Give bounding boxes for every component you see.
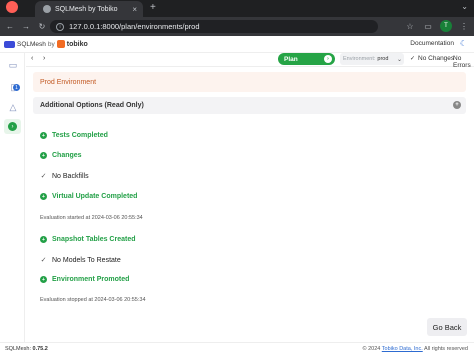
file-count-badge: 1: [13, 84, 20, 91]
step-label: Environment Promoted: [52, 276, 130, 283]
tab-close-icon[interactable]: ×: [132, 5, 137, 14]
sidebar-panel-icon[interactable]: ▭: [422, 20, 434, 32]
brand-name: SQLMesh: [17, 40, 46, 48]
step-no-models-to-restate: ✓ No Models To Restate: [40, 256, 121, 265]
step-label: Snapshot Tables Created: [52, 236, 136, 243]
browser-menu-icon[interactable]: ⋮: [458, 20, 470, 32]
sqlmesh-logo-icon: [4, 40, 15, 48]
bookmark-star-icon[interactable]: ☆: [404, 20, 416, 32]
copyright-suffix: All rights reserved: [423, 346, 468, 352]
expand-plus-icon: +: [40, 276, 47, 283]
forward-icon[interactable]: →: [20, 21, 32, 33]
expand-plus-icon[interactable]: +: [453, 101, 461, 109]
version-value: 0.75.2: [32, 346, 48, 352]
check-icon: ✓: [40, 257, 47, 264]
company-link[interactable]: Tobiko Data, Inc.: [382, 346, 423, 352]
go-back-button[interactable]: Go Back: [427, 318, 467, 336]
window-close-icon[interactable]: [6, 1, 18, 13]
copyright: © 2024 Tobiko Data, Inc. All rights rese…: [363, 346, 469, 352]
step-environment-promoted[interactable]: + Environment Promoted: [40, 276, 129, 283]
back-icon[interactable]: ←: [4, 21, 16, 33]
additional-options-label: Additional Options (Read Only): [40, 102, 144, 109]
plan-controls: ‹ › Plan › Environment: prod ⌄ ✓ No Chan…: [26, 53, 474, 69]
version-label: SQLMesh:: [5, 346, 31, 352]
environment-label: Environment:: [343, 56, 376, 62]
browser-tab[interactable]: SQLMesh by Tobiko ×: [35, 1, 143, 17]
no-changes-label: No Changes: [418, 55, 455, 62]
environment-select[interactable]: Environment: prod ⌄: [340, 53, 404, 65]
tobiko-logo-icon: [56, 40, 65, 48]
expand-plus-icon: +: [40, 236, 47, 243]
changes-status: ✓ No Changes: [410, 55, 454, 62]
browser-toolbar: ← → ↻ i 127.0.0.1:8000/plan/environments…: [0, 17, 474, 36]
prod-environment-banner: Prod Environment: [33, 72, 466, 92]
additional-options-toggle[interactable]: Additional Options (Read Only) +: [33, 97, 466, 114]
expand-plus-icon: +: [40, 152, 47, 159]
app-footer: SQLMesh: 0.75.2 © 2024 Tobiko Data, Inc.…: [0, 342, 474, 355]
history-back-icon[interactable]: ‹: [31, 55, 33, 62]
plan-arrow-icon: ›: [324, 55, 332, 63]
app-header: SQLMesh by tobiko Documentation ☾: [0, 36, 474, 53]
brand-company: tobiko: [66, 40, 88, 48]
brand-logo[interactable]: SQLMesh by tobiko: [4, 40, 88, 48]
step-label: No Backfills: [52, 172, 89, 180]
step-snapshot-tables-created[interactable]: + Snapshot Tables Created: [40, 236, 136, 243]
profile-avatar[interactable]: T: [440, 20, 452, 32]
site-info-icon[interactable]: i: [56, 22, 64, 31]
expand-plus-icon: +: [40, 193, 47, 200]
plan-icon: ›: [8, 122, 17, 131]
environment-value: prod: [377, 56, 389, 62]
step-label: Changes: [52, 152, 82, 159]
evaluation-started-text: Evaluation started at 2024-03-06 20:55:3…: [40, 215, 143, 221]
step-changes[interactable]: + Changes: [40, 152, 82, 159]
check-icon: ✓: [40, 173, 47, 180]
step-label: Tests Completed: [52, 132, 108, 139]
step-label: No Models To Restate: [52, 256, 121, 264]
check-icon: ✓: [410, 56, 416, 62]
copyright-prefix: © 2024: [362, 346, 381, 352]
step-label: Virtual Update Completed: [52, 193, 138, 200]
reload-icon[interactable]: ↻: [36, 21, 48, 33]
tab-title: SQLMesh by Tobiko: [55, 5, 118, 13]
warning-icon[interactable]: △: [7, 101, 19, 113]
step-tests-completed[interactable]: + Tests Completed: [40, 132, 108, 139]
errors-status: No Errors: [453, 55, 474, 69]
folder-icon[interactable]: ▭: [7, 59, 19, 71]
plan-button-label: Plan: [284, 55, 298, 63]
tab-search-icon[interactable]: ⌄: [461, 2, 468, 11]
brand-by: by: [47, 40, 55, 48]
new-tab-button[interactable]: +: [150, 2, 156, 13]
expand-plus-icon: +: [40, 132, 47, 139]
history-forward-icon[interactable]: ›: [43, 55, 45, 62]
favicon-icon: [43, 5, 51, 13]
step-no-backfills: ✓ No Backfills: [40, 172, 89, 181]
url-text: 127.0.0.1:8000/plan/environments/prod: [69, 22, 200, 31]
chevron-down-icon: ⌄: [396, 56, 402, 63]
sidebar: ▭ ▯ 1 △ ›: [0, 53, 25, 342]
theme-toggle-icon[interactable]: ☾: [460, 39, 467, 48]
no-errors-label: No Errors: [453, 55, 471, 69]
version-info: SQLMesh: 0.75.2: [5, 346, 48, 352]
browser-tab-bar: SQLMesh by Tobiko × + ⌄: [0, 0, 474, 17]
plan-button[interactable]: Plan ›: [278, 53, 335, 65]
step-virtual-update-completed[interactable]: + Virtual Update Completed: [40, 193, 137, 200]
address-bar[interactable]: i 127.0.0.1:8000/plan/environments/prod: [50, 20, 378, 33]
documentation-link[interactable]: Documentation: [410, 40, 454, 47]
evaluation-stopped-text: Evaluation stopped at 2024-03-06 20:55:3…: [40, 297, 146, 303]
